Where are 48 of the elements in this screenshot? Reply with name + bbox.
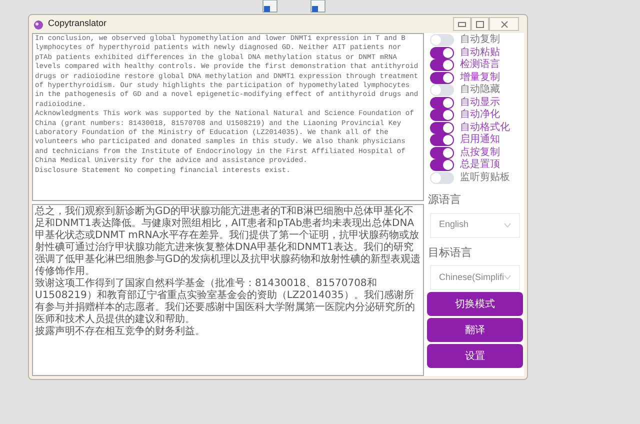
toggle-label: 自动隐藏 (460, 84, 500, 96)
toggle-switch[interactable] (430, 72, 454, 84)
toggle-label: 自动格式化 (460, 122, 510, 134)
close-icon (500, 20, 508, 28)
toggle-label: 自动净化 (460, 109, 500, 122)
maximize-button[interactable] (471, 17, 489, 31)
toggle-switch[interactable] (430, 46, 454, 59)
toggle-switch[interactable] (430, 159, 454, 172)
target-language-label: 目标语言 (428, 244, 473, 260)
toggle-label: 增量复制 (460, 72, 500, 84)
toggle-switch[interactable] (430, 59, 454, 72)
toggle-label: 监听剪贴板 (460, 172, 510, 184)
toggle-switch[interactable] (430, 134, 454, 146)
translation-paragraph: 披露声明不存在相互竞争的财务利益。 (35, 326, 206, 338)
action-button[interactable]: 切换模式 (426, 292, 523, 316)
source-language-select[interactable]: English (430, 212, 520, 238)
app-icon (33, 18, 44, 30)
toggle-switch[interactable] (430, 84, 454, 96)
toggle-switch[interactable] (430, 96, 454, 109)
toggle-switch[interactable] (430, 146, 454, 159)
toggle-label: 点按复制 (460, 146, 500, 158)
minimize-icon (458, 22, 466, 26)
toggle-switch[interactable] (430, 109, 454, 122)
toggle-switch[interactable] (430, 122, 454, 134)
toggle-label: 自动粘贴 (460, 46, 500, 58)
chevron-down-icon (504, 275, 511, 280)
desktop-shortcut-icon (310, 0, 328, 14)
toggle-label: 总是置顶 (460, 159, 500, 172)
toggle-label: 自动显示 (460, 96, 500, 109)
minimize-button[interactable] (453, 17, 471, 31)
maximize-icon (476, 20, 484, 28)
desktop-shortcut-icon (262, 0, 280, 14)
translation-paragraph: 致谢这项工作得到了国家自然科学基金（批准号：81430018、81570708和U1508219）和教育部辽宁省重点实验室基金会的资助（LZ2014035）。我们感谢所有参与并捐赠样本的志愿者。我们还要感谢中国医科大学附属第一医院内分泌研究所的医师和技术人员提供的建议和帮助。 (35, 278, 416, 326)
toggle-switch[interactable] (430, 34, 454, 46)
action-button[interactable]: 设置 (426, 344, 523, 368)
target-language-select[interactable]: Chinese(Simplifi (430, 265, 520, 290)
translation-text-area[interactable] (32, 204, 424, 376)
chevron-down-icon (504, 222, 511, 228)
translation-paragraph: 总之，我们观察到新诊断为GD的甲状腺功能亢进患者的T和B淋巴细胞中总体甲基化不足和DNMT1表达降低。与健康对照组相比，AIT患者和pTAb患者均未表现出总体DNA甲基化状态或DNMT mRNA水平存在差异。我们提供了第一个证明，抗甲状腺药物或放射性碘可通过治疗甲状腺功能亢进来恢复整体DNA甲基化和DNMT1表达。我们的研究强调了低甲基化淋巴细胞参与GD的发病机理以及抗甲状腺药物和放射性碘的新型表观遗传修饰作用。 (35, 206, 421, 278)
source-text-area[interactable] (32, 33, 424, 201)
toggle-switch[interactable] (430, 172, 454, 184)
source-language-label: 源语言 (428, 192, 462, 208)
toggle-label: 启用通知 (460, 134, 500, 146)
toggle-label: 自动复制 (460, 34, 500, 46)
window-title: Copytranslator (48, 17, 107, 30)
toggle-label: 检测语言 (460, 59, 500, 72)
action-button[interactable]: 翻译 (426, 318, 523, 342)
close-button[interactable] (489, 17, 519, 31)
